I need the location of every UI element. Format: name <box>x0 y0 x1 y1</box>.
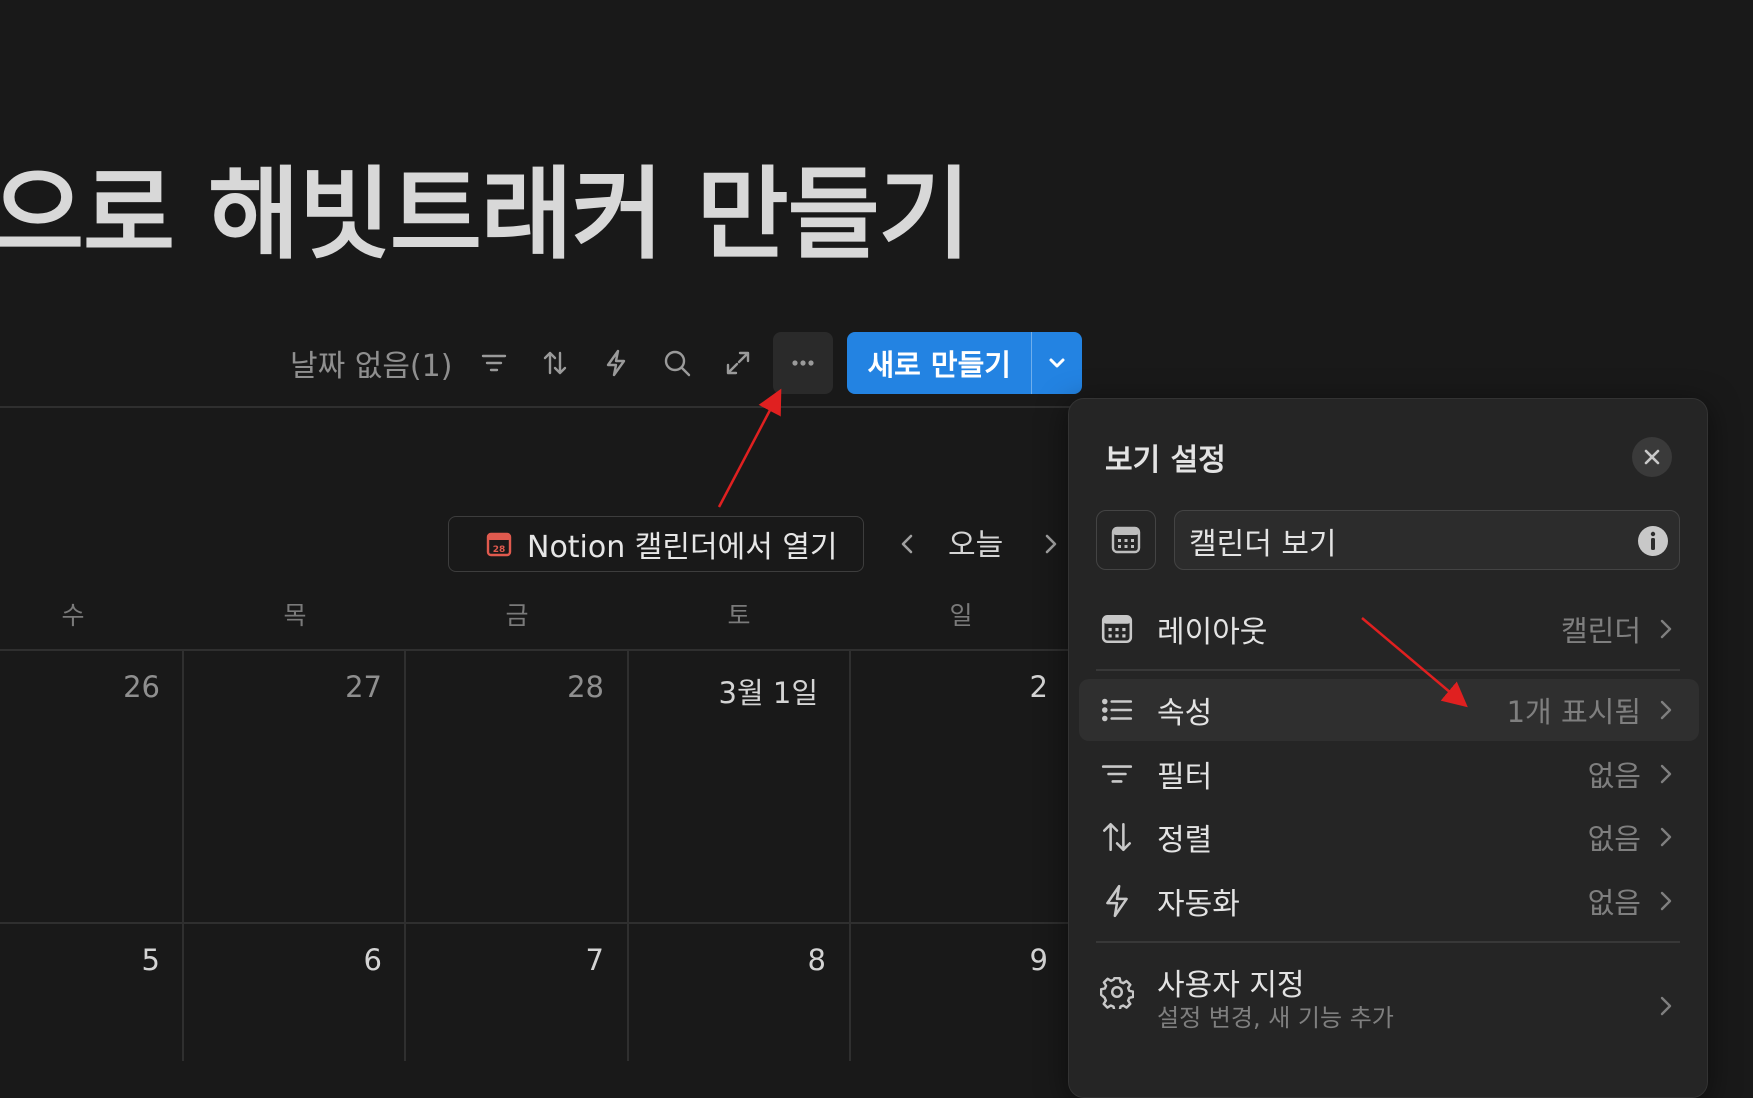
svg-text:28: 28 <box>493 545 506 555</box>
sort-row[interactable]: 정렬 없음 <box>1079 806 1699 868</box>
calendar-icon <box>1099 611 1135 647</box>
open-notion-calendar-button[interactable]: 28 Notion 캘린더에서 열기 <box>448 516 864 572</box>
automation-label: 자동화 <box>1157 887 1240 922</box>
view-name-field <box>1174 510 1680 570</box>
calendar-day-cell[interactable]: 27 <box>222 670 382 704</box>
toolbar-divider <box>0 406 1080 408</box>
calendar-day-cell[interactable]: 26 <box>0 670 160 704</box>
calendar-day-cell[interactable]: 6 <box>222 943 382 977</box>
properties-row[interactable]: 속성 1개 표시됨 <box>1079 679 1699 741</box>
weekday-wed: 수 <box>61 601 85 630</box>
more-icon[interactable] <box>773 332 834 394</box>
weekday-fri: 금 <box>505 601 529 630</box>
sort-value: 없음 <box>1587 822 1641 856</box>
chevron-right-icon <box>1660 891 1672 911</box>
expand-icon[interactable] <box>712 337 764 389</box>
panel-divider <box>1096 941 1680 943</box>
notion-calendar-icon: 28 <box>486 532 512 557</box>
new-button[interactable]: 새로 만들기 <box>847 332 1082 394</box>
calendar-day-cell[interactable]: 3월 1일 <box>658 670 818 712</box>
chevron-right-icon <box>1660 619 1672 639</box>
lightning-icon[interactable] <box>590 337 642 389</box>
gear-icon <box>1099 974 1135 1010</box>
filter-row[interactable]: 필터 없음 <box>1079 743 1699 805</box>
calendar-grid-line <box>0 649 1080 651</box>
panel-divider <box>1096 669 1680 671</box>
filter-value: 없음 <box>1587 759 1641 793</box>
annotation-arrow-more <box>717 388 782 508</box>
chevron-down-icon[interactable] <box>1030 332 1082 394</box>
view-icon-button[interactable] <box>1096 510 1156 570</box>
calendar-grid-line <box>182 650 184 1061</box>
filter-label: 필터 <box>1157 760 1213 795</box>
panel-title: 보기 설정 <box>1105 443 1226 478</box>
automation-value: 없음 <box>1587 886 1641 920</box>
customize-row[interactable]: 사용자 지정 설정 변경, 새 기능 추가 <box>1079 954 1699 1054</box>
view-name-input[interactable] <box>1187 511 1611 570</box>
layout-row[interactable]: 레이아웃 캘린더 <box>1079 598 1699 660</box>
close-icon[interactable] <box>1632 437 1672 477</box>
customize-description: 설정 변경, 새 기능 추가 <box>1157 1004 1394 1032</box>
new-button-label[interactable]: 새로 만들기 <box>847 332 1031 394</box>
sort-label: 정렬 <box>1157 823 1213 858</box>
search-icon[interactable] <box>651 337 703 389</box>
properties-value: 1개 표시됨 <box>1506 695 1641 729</box>
info-icon[interactable] <box>1637 525 1669 557</box>
calendar-day-cell[interactable]: 2 <box>888 670 1048 704</box>
calendar-grid-line <box>849 650 851 1061</box>
weekday-thu: 목 <box>283 601 307 630</box>
calendar-grid-line <box>404 650 406 1061</box>
chevron-right-icon <box>1660 700 1672 720</box>
database-toolbar: 날짜 없음(1) 새로 만들기 <box>290 332 1082 394</box>
chevron-right-icon <box>1660 764 1672 784</box>
open-notion-calendar-label: Notion 캘린더에서 열기 <box>527 530 838 565</box>
weekday-sun: 일 <box>949 601 973 630</box>
automation-row[interactable]: 자동화 없음 <box>1079 870 1699 932</box>
today-button[interactable]: 오늘 <box>948 520 1003 564</box>
sort-icon <box>1099 819 1135 855</box>
calendar-day-cell[interactable]: 9 <box>888 943 1048 977</box>
layout-label: 레이아웃 <box>1157 615 1268 650</box>
calendar-day-cell[interactable]: 5 <box>0 943 160 977</box>
filter-icon <box>1099 756 1135 792</box>
calendar-grid-line <box>0 922 1080 924</box>
lightning-icon <box>1099 883 1135 919</box>
calendar-day-cell[interactable]: 7 <box>444 943 604 977</box>
properties-label: 속성 <box>1157 696 1213 731</box>
no-date-button[interactable]: 날짜 없음(1) <box>290 341 452 385</box>
calendar-grid-line <box>627 650 629 1061</box>
filter-icon[interactable] <box>468 337 520 389</box>
chevron-right-icon <box>1660 996 1672 1016</box>
list-icon <box>1099 692 1135 728</box>
sort-icon[interactable] <box>529 337 581 389</box>
calendar-day-cell[interactable]: 8 <box>666 943 826 977</box>
weekday-sat: 토 <box>727 601 751 630</box>
calendar-icon <box>1111 526 1141 554</box>
chevron-right-icon[interactable] <box>1030 524 1070 564</box>
page-title: 으로 해빗트래커 만들기 <box>0 156 971 273</box>
view-settings-panel: 보기 설정 레이아웃 캘린더 속성 1개 표시됨 <box>1068 398 1708 1098</box>
chevron-right-icon <box>1660 827 1672 847</box>
calendar-day-cell[interactable]: 28 <box>444 670 604 704</box>
chevron-left-icon[interactable] <box>888 524 928 564</box>
layout-value: 캘린더 <box>1560 614 1641 648</box>
